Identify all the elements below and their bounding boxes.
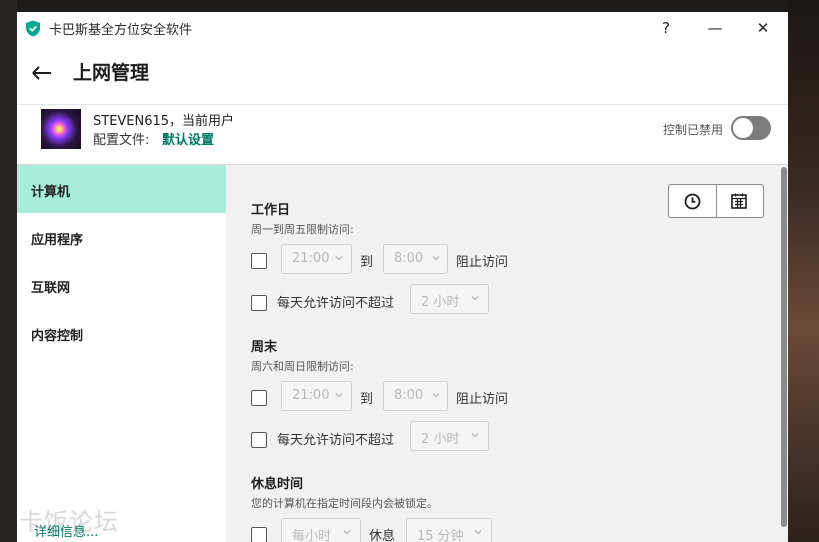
select-value: 21:00: [292, 388, 330, 403]
kaspersky-shield-icon: [26, 20, 40, 37]
select-value: 2 小时: [421, 295, 460, 310]
select-value: 每小时: [292, 529, 332, 542]
breaks-subtitle: 您的计算机在指定时间段内会被锁定。: [251, 497, 438, 510]
weekend-limit-checkbox[interactable]: [251, 432, 267, 448]
minimize-button[interactable]: —: [697, 16, 733, 40]
weekdays-to-select[interactable]: 8:00: [383, 244, 448, 274]
help-button[interactable]: ?: [648, 16, 684, 40]
clock-view-button[interactable]: [669, 185, 717, 217]
profile-link[interactable]: 默认设置: [162, 129, 214, 148]
chevron-down-icon: [335, 256, 343, 261]
weekdays-limit-checkbox[interactable]: [251, 295, 267, 311]
sidebar-item-content-control[interactable]: 内容控制: [17, 309, 226, 357]
desktop-background-right: [788, 0, 819, 542]
rest-label: 休息: [369, 529, 396, 542]
weekdays-title: 工作日: [251, 203, 291, 218]
vertical-scrollbar[interactable]: [780, 165, 788, 542]
chevron-down-icon: [335, 393, 343, 398]
page-header: 上网管理: [17, 44, 788, 105]
sidebar-item-computer[interactable]: 计算机: [17, 165, 226, 213]
weekdays-subtitle: 周一到周五限制访问:: [251, 223, 354, 236]
sidebar-item-label: 互联网: [31, 281, 71, 296]
more-info-link[interactable]: 详细信息...: [34, 521, 98, 540]
breaks-title: 休息时间: [251, 477, 304, 492]
view-toggle-group: [668, 184, 764, 218]
scrollbar-thumb[interactable]: [781, 167, 787, 527]
breaks-checkbox[interactable]: [251, 527, 267, 542]
arrow-left-icon[interactable]: [31, 64, 53, 82]
weekend-to-select[interactable]: 8:00: [383, 381, 448, 411]
calendar-view-button[interactable]: [716, 185, 763, 217]
page-title: 上网管理: [73, 62, 150, 84]
block-access-label: 阻止访问: [456, 255, 509, 270]
sidebar-item-label: 内容控制: [31, 329, 84, 344]
sidebar-item-label: 应用程序: [31, 233, 84, 248]
select-value: 8:00: [394, 251, 424, 266]
desktop-background-left: [0, 0, 17, 542]
weekend-title: 周末: [251, 340, 278, 355]
break-duration-select[interactable]: 15 分钟: [406, 518, 492, 542]
close-button[interactable]: ✕: [745, 16, 781, 40]
weekdays-from-select[interactable]: 21:00: [281, 244, 352, 274]
sidebar: 计算机 应用程序 互联网 内容控制 卡饭论坛 详细信息...: [17, 165, 226, 542]
control-status-label: 控制已禁用: [663, 123, 724, 137]
sidebar-item-internet[interactable]: 互联网: [17, 261, 226, 309]
daily-limit-label: 每天允许访问不超过: [277, 433, 395, 448]
block-access-label: 阻止访问: [456, 392, 509, 407]
weekend-block-checkbox[interactable]: [251, 390, 267, 406]
weekdays-limit-select[interactable]: 2 小时: [410, 284, 489, 314]
clock-icon: [684, 193, 701, 210]
window-title: 卡巴斯基全方位安全软件: [49, 23, 193, 38]
chevron-down-icon: [474, 530, 482, 535]
toggle-knob: [733, 118, 753, 138]
chevron-down-icon: [432, 393, 440, 398]
weekend-limit-select[interactable]: 2 小时: [410, 421, 489, 451]
chevron-down-icon: [471, 296, 479, 301]
app-window: 卡巴斯基全方位安全软件 ? — ✕ 上网管理 STEVEN615，当前用户 配置…: [17, 12, 788, 542]
daily-limit-label: 每天允许访问不超过: [277, 296, 395, 311]
chevron-down-icon: [471, 433, 479, 438]
user-name: STEVEN615，当前用户: [93, 114, 235, 129]
select-value: 15 分钟: [417, 529, 464, 542]
weekend-subtitle: 周六和周日限制访问:: [251, 360, 354, 373]
chevron-down-icon: [343, 530, 351, 535]
title-bar: 卡巴斯基全方位安全软件 ? — ✕: [17, 12, 788, 44]
profile-label: 配置文件:: [93, 133, 150, 148]
avatar: [41, 109, 81, 149]
main-content: 工作日 周一到周五限制访问: 21:00 到 8:00 阻止访问 每天允许访问不…: [226, 165, 788, 542]
sidebar-item-label: 计算机: [31, 185, 71, 200]
select-value: 2 小时: [421, 432, 460, 447]
break-interval-select[interactable]: 每小时: [281, 518, 361, 542]
to-label: 到: [360, 392, 374, 407]
calendar-icon: [731, 193, 747, 209]
user-bar: STEVEN615，当前用户 配置文件: 默认设置 控制已禁用: [17, 105, 788, 165]
control-toggle[interactable]: [731, 116, 771, 140]
weekdays-block-checkbox[interactable]: [251, 253, 267, 269]
sidebar-item-applications[interactable]: 应用程序: [17, 213, 226, 261]
select-value: 21:00: [292, 251, 330, 266]
chevron-down-icon: [432, 256, 440, 261]
weekend-from-select[interactable]: 21:00: [281, 381, 352, 411]
select-value: 8:00: [394, 388, 424, 403]
to-label: 到: [360, 255, 374, 270]
